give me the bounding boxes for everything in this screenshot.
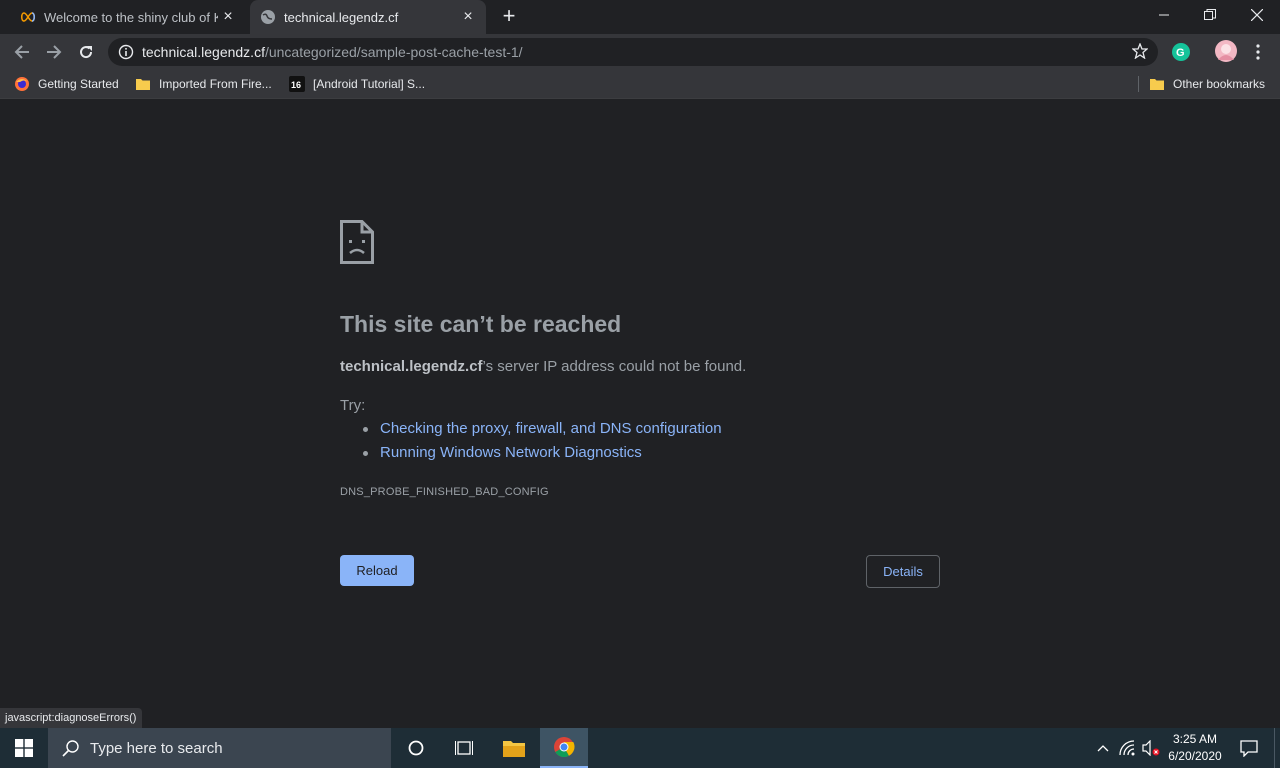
tab-strip: Welcome to the shiny club of Kirl × tech… [0,0,1280,34]
url-path: /uncategorized/sample-post-cache-test-1/ [264,44,523,60]
tab-close-icon[interactable]: × [220,9,236,25]
suggestion-item: Checking the proxy, firewall, and DNS co… [340,417,722,441]
bookmark-imported-from-firefox[interactable]: Imported From Fire... [135,74,272,94]
suggestion-link-diagnostics[interactable]: Running Windows Network Diagnostics [380,444,642,461]
bookmarks-separator [1138,76,1139,92]
chrome-taskbar-icon[interactable] [540,728,588,768]
taskbar-search-box[interactable]: Type here to search [48,728,391,768]
firefox-icon [15,77,29,91]
status-bar: javascript:diagnoseErrors() [0,708,143,728]
url-host: technical.legendz.cf [142,44,265,60]
network-icon[interactable] [1116,728,1140,768]
details-button[interactable]: Details [866,555,940,588]
task-view-icon[interactable] [440,728,488,768]
folder-icon [136,79,150,90]
svg-text:G: G [1176,47,1185,59]
search-icon [62,740,79,757]
suggestions-list: Checking the proxy, firewall, and DNS co… [340,417,722,465]
bookmark-star-icon[interactable] [1131,42,1149,64]
tab-title: technical.legendz.cf [284,9,399,25]
bookmark-label: Getting Started [38,77,119,91]
close-window-icon[interactable] [1234,0,1280,30]
site-icon: 16 [289,76,305,92]
clock-date: 6/20/2020 [1168,749,1222,763]
bookmark-label: [Android Tutorial] S... [313,77,426,91]
reload-icon[interactable] [72,38,100,66]
forward-arrow-icon[interactable] [40,38,68,66]
error-message: ’s server IP address could not be found. [482,358,747,375]
profile-avatar[interactable] [1215,40,1237,62]
browser-toolbar: technical.legendz.cf/uncategorized/sampl… [0,34,1280,70]
notification-icon[interactable] [1234,728,1264,768]
volume-muted-icon[interactable] [1140,728,1162,768]
address-bar[interactable]: technical.legendz.cf/uncategorized/sampl… [108,38,1158,66]
reload-button[interactable]: Reload [340,555,414,586]
restore-icon[interactable] [1187,0,1233,30]
try-label: Try: [340,397,366,414]
bookmark-other-bookmarks[interactable]: Other bookmarks [1149,74,1265,94]
bookmark-getting-started[interactable]: Getting Started [14,74,119,94]
windows-taskbar: Type here to search 3:25 AM 6/20/2020 [0,728,1280,768]
bookmark-label: Other bookmarks [1173,77,1266,91]
bookmarks-bar: Getting Started Imported From Fire... 16… [0,70,1280,99]
minimize-icon[interactable] [1141,0,1187,30]
cortana-icon[interactable] [392,728,440,768]
menu-kebab-icon[interactable] [1244,38,1272,66]
infinity-icon [20,9,36,25]
tab-title: Welcome to the shiny club of Kirl [44,9,218,25]
new-tab-button[interactable]: + [498,5,520,28]
grammarly-extension-icon[interactable]: G [1172,43,1190,61]
tab-welcome[interactable]: Welcome to the shiny club of Kirl × [8,0,246,34]
info-icon[interactable] [118,44,134,65]
error-title: This site can’t be reached [340,311,622,337]
file-explorer-icon[interactable] [490,728,538,768]
globe-icon [260,9,276,25]
folder-icon [1150,79,1164,90]
windows-start-icon[interactable] [0,728,48,768]
error-description: technical.legendz.cf’s server IP address… [340,358,746,375]
error-code: DNS_PROBE_FINISHED_BAD_CONFIG [340,486,549,498]
back-arrow-icon[interactable] [8,38,36,66]
clock-time: 3:25 AM [1172,732,1218,746]
show-desktop-button[interactable] [1274,728,1280,768]
suggestion-link-proxy[interactable]: Checking the proxy, firewall, and DNS co… [380,420,722,437]
chevron-up-icon[interactable] [1092,728,1114,768]
search-placeholder: Type here to search [90,739,223,757]
tab-technical-legendz[interactable]: technical.legendz.cf × [250,0,486,34]
svg-text:16: 16 [291,80,301,90]
url-text[interactable]: technical.legendz.cf/uncategorized/sampl… [142,44,523,60]
sad-page-icon [340,220,374,269]
suggestion-item: Running Windows Network Diagnostics [340,441,722,465]
taskbar-clock[interactable]: 3:25 AM 6/20/2020 [1160,731,1230,765]
bookmark-android-tutorial[interactable]: 16 [Android Tutorial] S... [289,74,425,94]
tab-close-icon[interactable]: × [460,9,476,25]
bookmark-label: Imported From Fire... [159,77,272,91]
error-host: technical.legendz.cf [340,358,483,375]
error-page: This site can’t be reached technical.leg… [0,99,1280,728]
